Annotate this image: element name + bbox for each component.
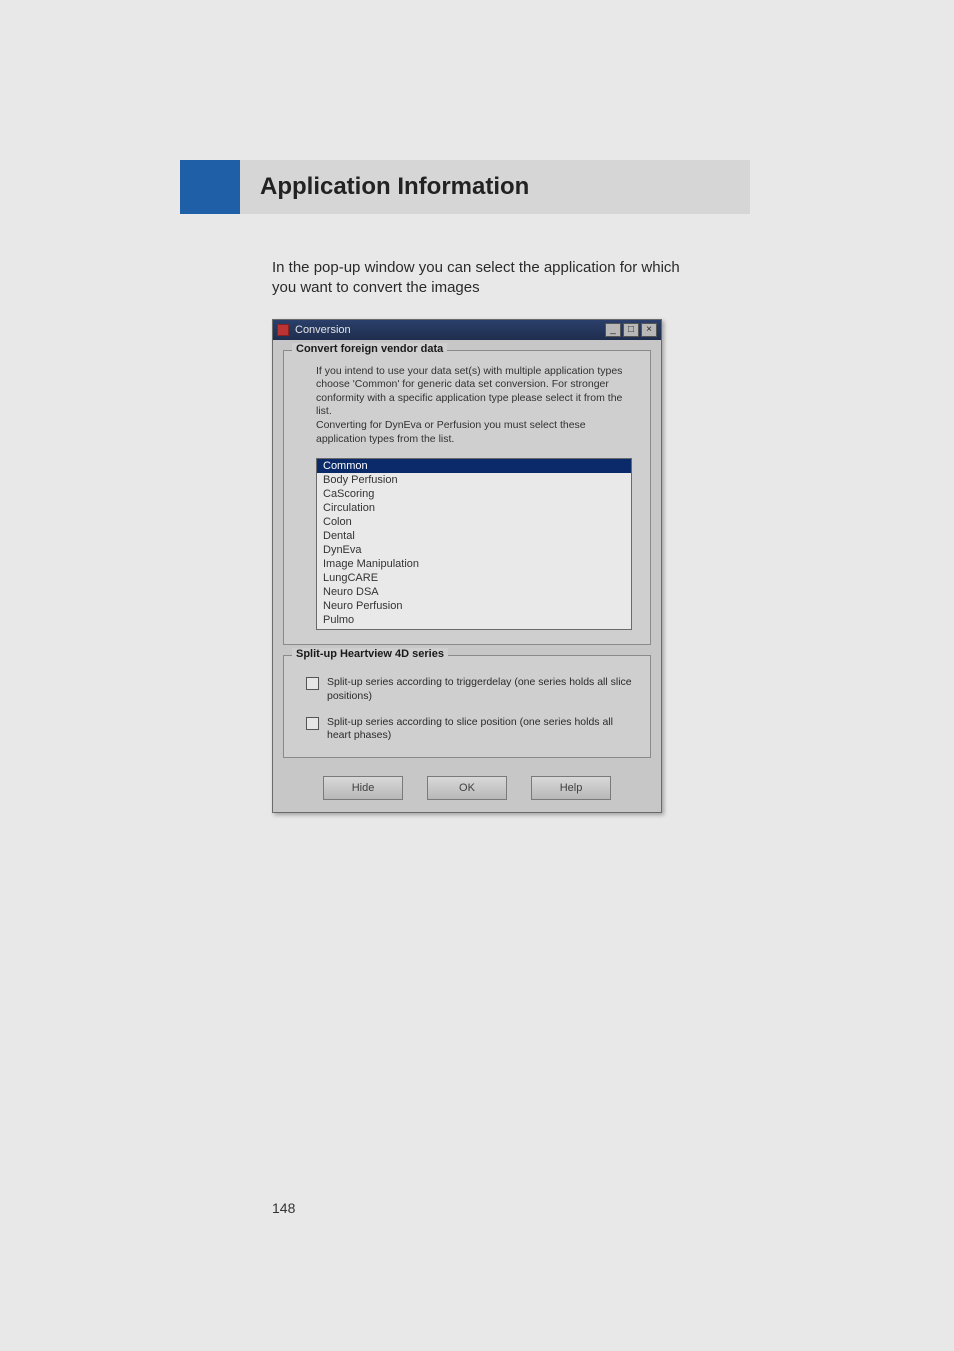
list-item[interactable]: Image Manipulation bbox=[317, 557, 631, 571]
instructions-text: If you intend to use your data set(s) wi… bbox=[316, 365, 632, 447]
group-convert-foreign: Convert foreign vendor data If you inten… bbox=[283, 350, 651, 646]
group-label-split: Split-up Heartview 4D series bbox=[292, 648, 448, 660]
help-button[interactable]: Help bbox=[531, 776, 611, 800]
minimize-button[interactable]: _ bbox=[605, 323, 621, 337]
ok-button[interactable]: OK bbox=[427, 776, 507, 800]
group-split-heartview: Split-up Heartview 4D series Split-up se… bbox=[283, 655, 651, 758]
list-item[interactable]: Circulation bbox=[317, 501, 631, 515]
close-button[interactable]: × bbox=[641, 323, 657, 337]
intro-paragraph: In the pop-up window you can select the … bbox=[272, 258, 692, 299]
dialog-titlebar: Conversion _ □ × bbox=[273, 320, 661, 340]
page-number: 148 bbox=[272, 1200, 295, 1216]
checkbox-split-triggerdelay[interactable] bbox=[306, 677, 319, 690]
list-item[interactable]: Volume bbox=[317, 627, 631, 630]
app-icon bbox=[277, 324, 289, 336]
checkbox-label-sliceposition: Split-up series according to slice posit… bbox=[327, 716, 632, 743]
list-item[interactable]: Body Perfusion bbox=[317, 473, 631, 487]
hide-button[interactable]: Hide bbox=[323, 776, 403, 800]
list-item[interactable]: Neuro DSA bbox=[317, 585, 631, 599]
group-label-convert: Convert foreign vendor data bbox=[292, 343, 447, 355]
list-item[interactable]: DynEva bbox=[317, 543, 631, 557]
chapter-header: Application Information bbox=[180, 160, 750, 214]
list-item[interactable]: Colon bbox=[317, 515, 631, 529]
header-accent-block bbox=[180, 160, 240, 214]
conversion-dialog: Conversion _ □ × Convert foreign vendor … bbox=[272, 319, 662, 813]
dialog-title: Conversion bbox=[295, 324, 605, 336]
list-item[interactable]: CaScoring bbox=[317, 487, 631, 501]
chapter-title: Application Information bbox=[260, 173, 529, 201]
list-item[interactable]: Neuro Perfusion bbox=[317, 599, 631, 613]
list-item[interactable]: Common bbox=[317, 459, 631, 473]
application-type-listbox[interactable]: CommonBody PerfusionCaScoringCirculation… bbox=[316, 458, 632, 630]
maximize-button[interactable]: □ bbox=[623, 323, 639, 337]
list-item[interactable]: Dental bbox=[317, 529, 631, 543]
list-item[interactable]: Pulmo bbox=[317, 613, 631, 627]
list-item[interactable]: LungCARE bbox=[317, 571, 631, 585]
header-title-wrap: Application Information bbox=[240, 160, 750, 214]
dialog-button-row: Hide OK Help bbox=[273, 768, 661, 812]
checkbox-label-triggerdelay: Split-up series according to triggerdela… bbox=[327, 676, 632, 703]
checkbox-split-sliceposition[interactable] bbox=[306, 717, 319, 730]
